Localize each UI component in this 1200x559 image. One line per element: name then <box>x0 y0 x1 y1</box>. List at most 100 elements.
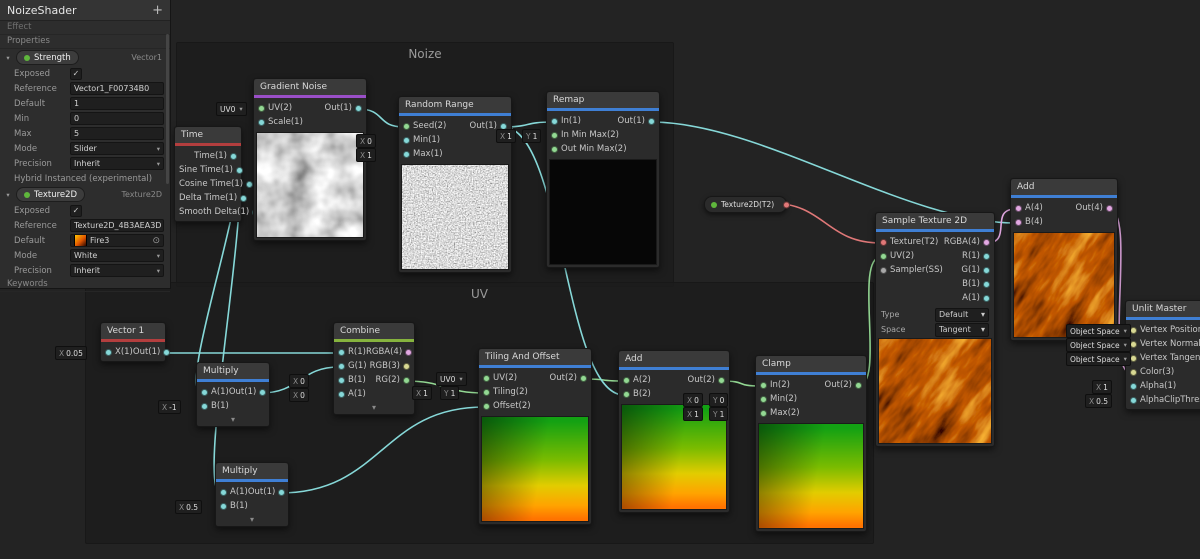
input-port[interactable]: B(1) <box>201 401 229 411</box>
port-dot[interactable] <box>403 136 410 144</box>
node-combine[interactable]: Combine R(1) RGBA(4) G(1) RGB(3) B(1) RG(2) A(1… <box>333 322 415 415</box>
node-title[interactable]: Gradient Noise <box>254 79 366 95</box>
mode-dropdown[interactable]: White ▾ <box>70 249 164 262</box>
port-dot[interactable] <box>551 131 558 139</box>
port-dot[interactable] <box>760 395 767 403</box>
port-dot[interactable] <box>338 376 345 384</box>
node-add-uv[interactable]: Add A(2) Out(2) B(2) <box>618 350 730 513</box>
node-title[interactable]: Add <box>1011 179 1117 195</box>
port-dot[interactable] <box>355 104 362 112</box>
foldout-icon[interactable]: ▾ <box>4 54 12 62</box>
property-node-texture2d[interactable]: Texture2D(T2) <box>704 196 790 213</box>
input-port[interactable]: B(1) <box>220 501 248 511</box>
port-dot[interactable] <box>105 348 112 356</box>
max-input[interactable]: 5 <box>70 127 164 140</box>
input-port[interactable]: Color(3) <box>1130 367 1174 377</box>
collapse-preview-chevron[interactable]: ▾ <box>216 515 288 526</box>
value-chip[interactable]: X0 <box>356 134 376 148</box>
output-port[interactable]: R(1) <box>962 251 990 261</box>
port-dot[interactable] <box>855 381 862 389</box>
reference-input[interactable]: Texture2D_4B3AEA3D <box>70 219 164 232</box>
output-port[interactable]: Out(1) <box>325 103 362 113</box>
port-dot[interactable] <box>1130 340 1137 348</box>
node-multiply-2[interactable]: Multiply A(1) Out(1) B(1) ▾ <box>215 462 289 527</box>
value-chip[interactable]: X -1 <box>158 400 181 414</box>
port-dot[interactable] <box>403 150 410 158</box>
node-sample-texture-2d[interactable]: Sample Texture 2D Texture(T2) RGBA(4) UV(2)… <box>875 212 995 447</box>
port-dot[interactable] <box>1130 382 1137 390</box>
output-port[interactable]: RGBA(4) <box>366 347 413 357</box>
port-dot[interactable] <box>201 402 208 410</box>
input-port[interactable]: In Min Max(2) <box>551 130 619 140</box>
node-title[interactable]: Vector 1 <box>101 323 165 339</box>
output-port[interactable]: A(1) <box>962 293 990 303</box>
output-port[interactable]: B(1) <box>962 279 990 289</box>
value-chip[interactable]: X1 <box>496 129 516 143</box>
value-chip[interactable]: X1 <box>412 386 432 400</box>
input-port[interactable]: A(1) <box>338 389 366 399</box>
property-texture2d[interactable]: ▾ Texture2D Texture2D <box>0 186 170 203</box>
input-port[interactable]: UV(2) <box>880 251 914 261</box>
input-port[interactable]: Max(1) <box>403 149 443 159</box>
port-dot[interactable] <box>783 201 790 208</box>
default-input[interactable]: 1 <box>70 97 164 110</box>
mode-dropdown[interactable]: Slider ▾ <box>70 142 164 155</box>
node-title[interactable]: Clamp <box>756 356 866 372</box>
port-dot[interactable] <box>983 280 990 288</box>
input-port[interactable]: Seed(2) <box>403 121 446 131</box>
input-port[interactable]: Out Min Max(2) <box>551 144 627 154</box>
port-dot[interactable] <box>259 388 267 396</box>
value-chip[interactable]: Y0 <box>709 393 729 407</box>
node-title[interactable]: Multiply <box>197 363 269 379</box>
node-title[interactable]: Remap <box>547 92 659 108</box>
value-chip[interactable]: Y1 <box>709 407 729 421</box>
node-clamp[interactable]: Clamp In(2) Out(2) Min(2) Max(2) <box>755 355 867 532</box>
input-port[interactable]: Offset(2) <box>483 401 531 411</box>
exposed-checkbox[interactable]: ✓ <box>70 204 82 217</box>
input-port[interactable]: B(2) <box>623 389 651 399</box>
input-port[interactable]: A(1) <box>201 387 229 397</box>
output-port[interactable]: Out(1) <box>229 387 267 397</box>
port-dot[interactable] <box>551 117 558 125</box>
input-port[interactable]: Sampler(SS) <box>880 265 943 275</box>
node-title[interactable]: Tiling And Offset <box>479 349 591 365</box>
output-port[interactable]: Out(2) <box>550 373 587 383</box>
port-dot[interactable] <box>983 252 990 260</box>
foldout-icon[interactable]: ▾ <box>4 191 12 199</box>
port-dot[interactable] <box>1015 204 1022 212</box>
input-port[interactable]: Vertex Tangent(3) <box>1130 353 1200 363</box>
port-dot[interactable] <box>1130 326 1137 334</box>
node-title[interactable]: Sample Texture 2D <box>876 213 994 229</box>
port-dot[interactable] <box>1130 368 1137 376</box>
input-port[interactable]: R(1) <box>338 347 366 357</box>
output-port[interactable]: G(1) <box>961 265 990 275</box>
min-input[interactable]: 0 <box>70 112 164 125</box>
property-pill[interactable]: Texture2D <box>16 187 86 202</box>
port-dot[interactable] <box>880 266 887 274</box>
output-port[interactable]: Cosine Time(1) <box>179 179 254 189</box>
precision-dropdown[interactable]: Inherit ▾ <box>70 157 164 170</box>
input-port[interactable]: Alpha(1) <box>1130 381 1176 391</box>
port-dot[interactable] <box>220 488 227 496</box>
port-dot[interactable] <box>760 381 767 389</box>
input-port[interactable]: X(1) <box>105 347 133 357</box>
value-chip[interactable]: Y1 <box>440 386 460 400</box>
node-multiply-1[interactable]: Multiply A(1) Out(1) B(1) ▾ <box>196 362 270 427</box>
output-port[interactable]: Out(2) <box>825 380 862 390</box>
value-chip[interactable]: Y1 <box>522 129 542 143</box>
port-dot[interactable] <box>240 194 248 202</box>
port-dot[interactable] <box>230 152 237 160</box>
object-picker-icon[interactable]: ⊙ <box>152 236 160 246</box>
value-chip[interactable]: X 0.5 <box>1085 394 1113 408</box>
output-port[interactable]: Out(4) <box>1076 203 1113 213</box>
output-port[interactable]: Out(1) <box>618 116 655 126</box>
node-tiling-and-offset[interactable]: Tiling And Offset UV(2) Out(2) Tiling(2) Off… <box>478 348 592 525</box>
dropdown-chip[interactable]: Object Space ▾ <box>1066 352 1131 366</box>
port-dot[interactable] <box>220 502 227 510</box>
value-chip[interactable]: X 0.05 <box>55 346 87 360</box>
input-port[interactable]: Min(2) <box>760 394 797 404</box>
output-port[interactable]: Smooth Delta(1) <box>179 207 260 217</box>
port-dot[interactable] <box>403 376 410 384</box>
value-chip[interactable]: X 0.5 <box>175 500 203 514</box>
port-dot[interactable] <box>648 117 655 125</box>
